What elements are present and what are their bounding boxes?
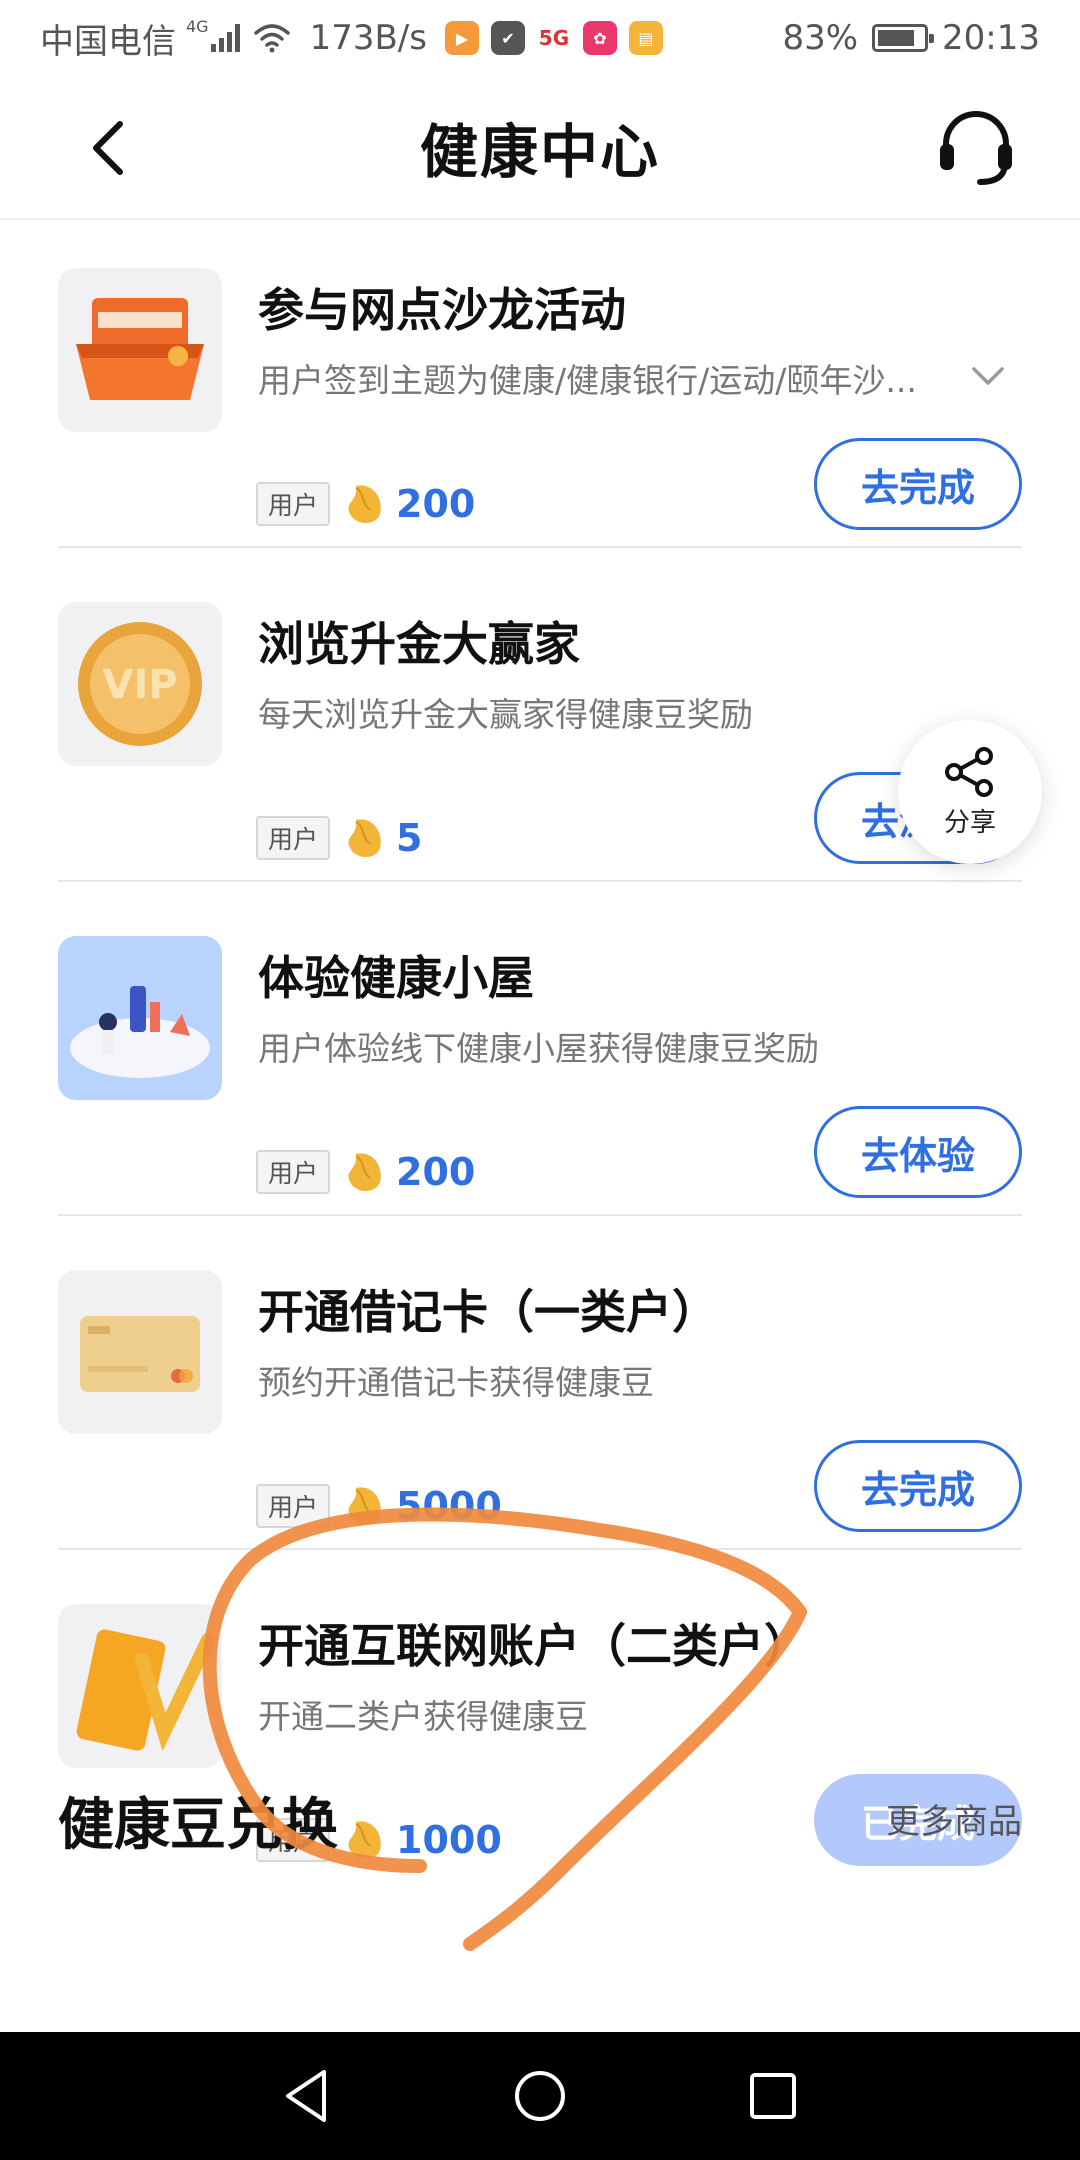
- network-type: 4G: [186, 16, 209, 36]
- back-button[interactable]: [78, 116, 138, 180]
- section-title: 健康豆兑换: [58, 1793, 338, 1858]
- page-title: 健康中心: [419, 118, 660, 186]
- task-item: 参与网点沙龙活动 用户签到主题为健康/健康银行/运动/颐年沙... 用户 200…: [58, 220, 1022, 548]
- task-title: 开通借记卡（一类户）: [258, 1285, 718, 1339]
- user-tag: 用户: [256, 816, 331, 860]
- task-item: 体验健康小屋 用户体验线下健康小屋获得健康豆奖励 用户 200 去体验: [58, 882, 1022, 1216]
- task-description: 预约开通借记卡获得健康豆: [258, 1363, 654, 1402]
- go-complete-button[interactable]: 去完成: [814, 1440, 1022, 1532]
- square-recents-icon: [750, 2073, 797, 2119]
- health-bean-icon: [348, 485, 381, 523]
- health-bean-icon: [348, 1821, 381, 1859]
- network-speed: 173B/s: [309, 18, 427, 58]
- reward-points: 5: [396, 816, 423, 860]
- chat-app-icon: ✿: [582, 21, 617, 55]
- circle-home-icon: [514, 2071, 565, 2121]
- user-tag: 用户: [256, 1484, 331, 1528]
- calendar-basket-icon: [58, 268, 222, 432]
- task-title: 参与网点沙龙活动: [258, 283, 626, 337]
- task-list: 参与网点沙龙活动 用户签到主题为健康/健康银行/运动/颐年沙... 用户 200…: [0, 220, 1080, 2032]
- battery-percent: 83%: [782, 18, 859, 58]
- share-button[interactable]: 分享: [898, 720, 1042, 864]
- task-description: 用户体验线下健康小屋获得健康豆奖励: [258, 1029, 819, 1068]
- health-hut-icon: [58, 936, 222, 1100]
- system-recents-button[interactable]: [733, 2056, 813, 2136]
- headset-icon: [940, 111, 1012, 185]
- share-icon: [945, 746, 993, 797]
- health-bean-icon: [348, 819, 381, 857]
- system-back-button[interactable]: [267, 2056, 347, 2136]
- share-label: 分享: [943, 807, 996, 838]
- triangle-back-icon: [285, 2070, 326, 2122]
- system-nav-bar: [0, 2032, 1080, 2160]
- reward-row: 用户 5000: [256, 1482, 502, 1530]
- task-title: 体验健康小屋: [258, 951, 534, 1005]
- chevron-down-icon[interactable]: [968, 356, 1008, 396]
- debit-card-icon: [58, 1270, 222, 1434]
- system-home-button[interactable]: [500, 2056, 580, 2136]
- reward-points: 1000: [396, 1818, 502, 1862]
- shield-icon: ✔: [490, 21, 525, 55]
- status-bar: 中国电信 4G 173B/s ▶ ✔ 5G ✿ ▤ 83% 20:13: [0, 0, 1080, 76]
- customer-service-button[interactable]: [934, 106, 1018, 190]
- reward-row: 用户 5: [256, 814, 422, 862]
- task-description: 用户签到主题为健康/健康银行/运动/颐年沙...: [258, 361, 917, 400]
- svg-text:VIP: VIP: [102, 662, 177, 708]
- task-title: 开通互联网账户（二类户）: [258, 1619, 810, 1673]
- task-item: VIP 浏览升金大赢家 每天浏览升金大赢家得健康豆奖励 用户 5 去浏览: [58, 548, 1022, 882]
- go-experience-button[interactable]: 去体验: [814, 1106, 1022, 1198]
- task-item: 开通借记卡（一类户） 预约开通借记卡获得健康豆 用户 5000 去完成: [58, 1216, 1022, 1550]
- video-app-icon: ▶: [444, 21, 479, 55]
- reward-points: 200: [396, 482, 476, 526]
- chevron-left-icon: [93, 121, 123, 175]
- health-bean-icon: [348, 1153, 381, 1191]
- nav-bar: 健康中心: [0, 76, 1080, 220]
- carrier-name: 中国电信: [40, 21, 176, 62]
- notes-app-icon: ▤: [628, 21, 663, 55]
- task-description: 每天浏览升金大赢家得健康豆奖励: [258, 695, 753, 734]
- user-tag: 用户: [256, 482, 331, 526]
- more-products-link[interactable]: 更多商品: [886, 1794, 1022, 1843]
- health-bean-icon: [348, 1487, 381, 1525]
- internet-card-icon: [58, 1604, 222, 1768]
- signal-icon: [210, 24, 240, 52]
- task-description: 开通二类户获得健康豆: [258, 1697, 588, 1736]
- battery-icon: [872, 24, 935, 52]
- reward-points: 5000: [396, 1484, 502, 1528]
- vip-coin-icon: VIP: [58, 602, 222, 766]
- task-title: 浏览升金大赢家: [258, 617, 580, 671]
- go-complete-button[interactable]: 去完成: [814, 438, 1022, 530]
- reward-row: 用户 200: [256, 480, 475, 528]
- wifi-icon: [253, 24, 290, 53]
- reward-points: 200: [396, 1150, 476, 1194]
- network-badge: 5G: [538, 26, 570, 50]
- reward-row: 用户 200: [256, 1148, 475, 1196]
- user-tag: 用户: [256, 1150, 331, 1194]
- clock: 20:13: [942, 18, 1040, 58]
